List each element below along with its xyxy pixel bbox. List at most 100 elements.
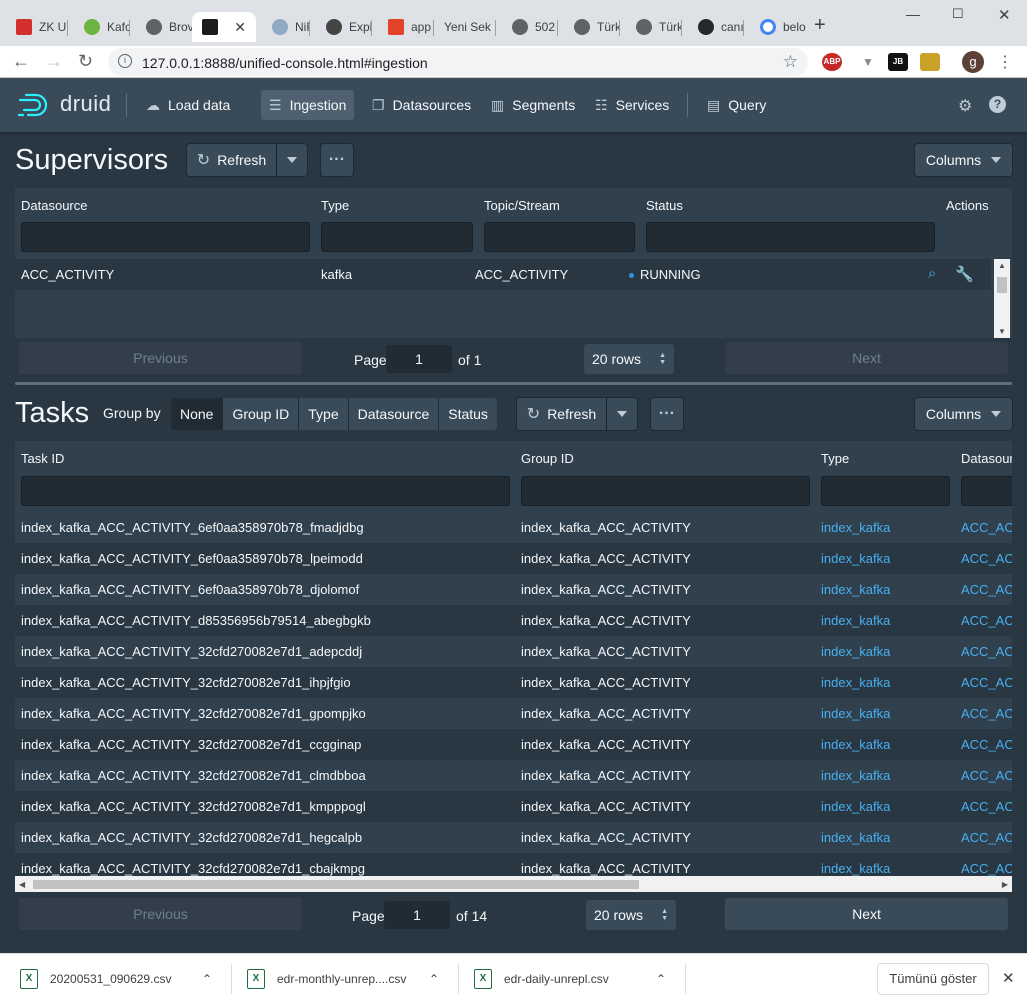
scroll-up-icon[interactable]: ▲ [998, 261, 1006, 270]
back-icon[interactable]: ← [12, 51, 30, 72]
browser-tab[interactable]: Kafc [68, 12, 130, 42]
type-cell[interactable]: index_kafka [821, 520, 890, 535]
chevron-up-icon[interactable]: ⌃ [429, 972, 439, 986]
show-all-downloads-button[interactable]: Tümünü göster [877, 963, 989, 995]
scroll-down-icon[interactable]: ▼ [998, 327, 1006, 336]
datasource-cell[interactable]: ACC_ACT [961, 861, 1012, 876]
type-cell[interactable]: index_kafka [821, 768, 890, 783]
supervisors-page-input[interactable]: 1 [386, 345, 452, 373]
type-filter-input[interactable] [321, 222, 473, 252]
maximize-icon[interactable]: ☐ [952, 6, 964, 22]
datasource-cell[interactable]: ACC_ACT [961, 551, 1012, 566]
datasource-filter-input[interactable] [21, 222, 310, 252]
datasource-cell[interactable]: ACC_ACT [961, 830, 1012, 845]
close-tab-icon[interactable]: ✕ [234, 19, 246, 36]
datasource-cell[interactable]: ACC_ACT [961, 613, 1012, 628]
tasks-page-input[interactable]: 1 [384, 901, 450, 929]
supervisors-next-button[interactable]: Next [725, 342, 1008, 374]
table-row[interactable]: index_kafka_ACC_ACTIVITY_6ef0aa358970b78… [15, 543, 1012, 574]
browser-tab[interactable]: Yeni Sek [434, 12, 496, 42]
nav-segments[interactable]: ▥ Segments [483, 90, 583, 120]
table-row[interactable]: index_kafka_ACC_ACTIVITY_32cfd270082e7d1… [15, 791, 1012, 822]
browser-menu-icon[interactable]: ⋮ [997, 52, 1013, 72]
tasks-rows-select[interactable]: 20 rows ▲ ▼ [586, 900, 676, 930]
table-row[interactable]: index_kafka_ACC_ACTIVITY_d85356956b79514… [15, 605, 1012, 636]
nav-query[interactable]: ▤ Query [699, 90, 774, 120]
nav-load-data[interactable]: ☁ Load data [138, 90, 238, 120]
datasource-filter-input[interactable] [961, 476, 1012, 506]
type-cell[interactable]: index_kafka [821, 799, 890, 814]
chevron-up-icon[interactable]: ⌃ [656, 972, 666, 986]
browser-tab[interactable]: ZK U [0, 12, 68, 42]
druid-logo-icon[interactable] [18, 92, 54, 118]
help-icon[interactable]: ? [989, 96, 1006, 113]
nav-ingestion[interactable]: ☰ Ingestion [261, 90, 355, 120]
tasks-previous-button[interactable]: Previous [19, 898, 302, 930]
column-header[interactable]: Datasource [21, 198, 87, 213]
table-row[interactable]: index_kafka_ACC_ACTIVITY_6ef0aa358970b78… [15, 512, 1012, 543]
adblock-extension-icon[interactable]: ABP [822, 53, 842, 71]
tasks-more-button[interactable]: ... [651, 398, 683, 430]
table-row[interactable]: index_kafka_ACC_ACTIVITY_32cfd270082e7d1… [15, 698, 1012, 729]
split-divider[interactable] [15, 382, 1012, 385]
tasks-columns-button[interactable]: Columns [915, 398, 1012, 430]
column-header[interactable]: Topic/Stream [484, 198, 560, 213]
table-row[interactable]: index_kafka_ACC_ACTIVITY_32cfd270082e7d1… [15, 667, 1012, 698]
supervisors-refresh-dropdown[interactable] [277, 144, 307, 176]
tasks-refresh-dropdown[interactable] [607, 398, 637, 430]
scroll-right-icon[interactable]: ▶ [1002, 880, 1008, 889]
table-row[interactable]: index_kafka_ACC_ACTIVITY_6ef0aa358970b78… [15, 574, 1012, 605]
browser-tab[interactable]: Expl [310, 12, 372, 42]
type-cell[interactable]: index_kafka [821, 613, 890, 628]
browser-tab[interactable]: belo [744, 12, 806, 42]
profile-avatar[interactable]: g [962, 51, 984, 73]
browser-tab[interactable]: NiFi [256, 12, 310, 42]
type-cell[interactable]: index_kafka [821, 551, 890, 566]
column-header[interactable]: Status [646, 198, 683, 213]
group-by-none[interactable]: None [171, 398, 224, 430]
column-header[interactable]: Task ID [21, 451, 64, 466]
group-id-filter-input[interactable] [521, 476, 810, 506]
group-by-type[interactable]: Type [299, 398, 349, 430]
wrench-icon[interactable]: 🔧 [955, 265, 974, 283]
type-cell[interactable]: index_kafka [821, 644, 890, 659]
datasource-cell[interactable]: ACC_ACT [961, 737, 1012, 752]
group-by-datasource[interactable]: Datasource [348, 398, 440, 430]
vue-extension-icon[interactable]: ▼ [858, 53, 878, 71]
type-cell[interactable]: index_kafka [821, 861, 890, 876]
table-row[interactable]: index_kafka_ACC_ACTIVITY_32cfd270082e7d1… [15, 729, 1012, 760]
search-template-icon[interactable]: ⌕ [928, 265, 936, 282]
site-info-icon[interactable]: i [118, 54, 132, 68]
datasource-cell[interactable]: ACC_ACT [961, 706, 1012, 721]
task-id-filter-input[interactable] [21, 476, 510, 506]
browser-tab-active[interactable]: ✕ [192, 12, 256, 42]
new-tab-icon[interactable]: + [814, 14, 826, 37]
scroll-left-icon[interactable]: ◀ [19, 880, 25, 889]
table-row[interactable]: ACC_ACTIVITY kafka ACC_ACTIVITY RUNNING … [15, 259, 991, 290]
supervisors-columns-button[interactable]: Columns [915, 144, 1012, 176]
table-row[interactable]: index_kafka_ACC_ACTIVITY_32cfd270082e7d1… [15, 822, 1012, 853]
settings-cog-icon[interactable]: ⚙ [958, 96, 975, 115]
scrollbar-thumb[interactable] [997, 277, 1007, 293]
browser-tab[interactable]: Türk [558, 12, 620, 42]
datasource-cell[interactable]: ACC_ACT [961, 644, 1012, 659]
type-cell[interactable]: index_kafka [821, 830, 890, 845]
logo-text[interactable]: druid [60, 91, 111, 117]
browser-tab[interactable]: canı [682, 12, 744, 42]
download-item[interactable]: Xedr-daily-unrepl.csv ⌃ [474, 954, 674, 1003]
datasource-cell[interactable]: ACC_ACT [961, 520, 1012, 535]
type-cell[interactable]: index_kafka [821, 675, 890, 690]
table-row[interactable]: index_kafka_ACC_ACTIVITY_32cfd270082e7d1… [15, 636, 1012, 667]
column-header[interactable]: Datasour [961, 451, 1012, 466]
forward-icon[interactable]: → [45, 51, 63, 72]
column-header[interactable]: Type [821, 451, 849, 466]
download-item[interactable]: X 20200531_090629.csv ⌃ [20, 954, 220, 1003]
datasource-cell[interactable]: ACC_ACT [961, 768, 1012, 783]
window-close-icon[interactable]: ✕ [998, 6, 1011, 24]
tasks-refresh-button[interactable]: ↻ Refresh [517, 398, 606, 430]
jb-extension-icon[interactable]: JB [888, 53, 908, 71]
column-header[interactable]: Group ID [521, 451, 574, 466]
pen-extension-icon[interactable] [920, 53, 940, 71]
browser-tab[interactable]: app [372, 12, 434, 42]
datasource-cell[interactable]: ACC_ACT [961, 799, 1012, 814]
